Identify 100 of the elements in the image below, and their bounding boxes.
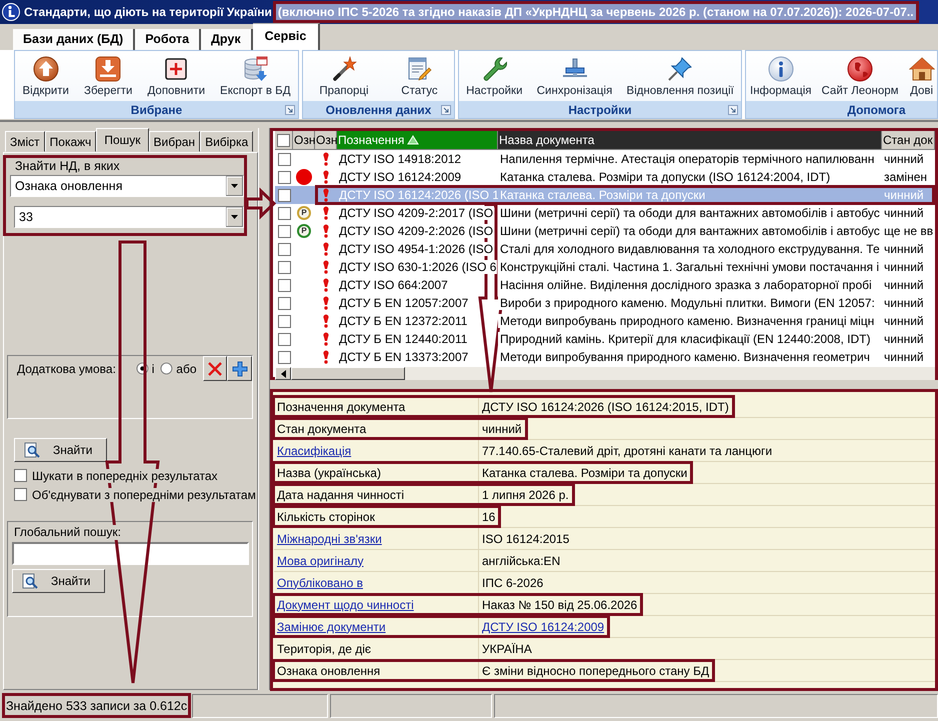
panel-tab[interactable]: Вибран: [148, 131, 200, 152]
scroll-left-button[interactable]: [275, 367, 291, 380]
checkbox[interactable]: [278, 170, 290, 184]
checkbox[interactable]: [278, 314, 290, 328]
field-link[interactable]: Мова оригіналу: [277, 554, 364, 568]
field-link[interactable]: Опубліковано в: [277, 576, 363, 590]
table-row[interactable]: ДСТУ Б EN 12057:2007 Вироби з природного каменю. Модульні плитки. Вимоги (EN 12057: чинний: [275, 294, 935, 312]
value-link[interactable]: ДСТУ ISO 16124:2009: [482, 620, 604, 634]
find-button[interactable]: Знайти: [12, 569, 106, 593]
column-header[interactable]: Позначення: [337, 131, 498, 150]
checkbox[interactable]: [278, 260, 290, 274]
table-cell: ДСТУ ISO 630-1:2026 (ISO 6: [337, 260, 498, 274]
panel-tab[interactable]: Зміст: [5, 131, 45, 152]
radio-label[interactable]: або: [176, 362, 197, 376]
table-cell: ДСТУ Б EN 12440:2011: [337, 332, 468, 346]
table-row[interactable]: ДСТУ ISO 4954-1:2026 (ISO Сталі для холодного видавлювання та холодного екструдування. Те чинний: [275, 240, 935, 258]
ribbon-button[interactable]: Настройки: [466, 56, 522, 97]
ribbon-tab[interactable]: Бази даних (БД): [13, 29, 136, 50]
checkbox[interactable]: [14, 488, 27, 501]
ribbon-button[interactable]: Відновлення позиції: [626, 56, 734, 97]
plus-square-icon: [163, 56, 190, 82]
dialog-launcher-icon[interactable]: [728, 104, 738, 114]
radio-button[interactable]: [160, 362, 174, 375]
checkbox-label[interactable]: Шукати в попередніх результатах: [32, 468, 218, 482]
document-pencil-icon: [406, 56, 432, 82]
checkbox[interactable]: [278, 332, 290, 346]
table-row[interactable]: ДСТУ ISO 14918:2012 Напилення термічне. Атестація операторів термічного напилюванн чинний: [275, 150, 935, 168]
checkbox[interactable]: [278, 350, 290, 364]
field-link[interactable]: Міжнародні зв'язки: [277, 532, 382, 546]
checkbox[interactable]: [278, 296, 290, 310]
exclamation-icon: [322, 188, 330, 202]
field-label: Дата надання чинності: [277, 488, 404, 502]
exclamation-icon: [322, 152, 330, 166]
panel-tab[interactable]: Пошук: [96, 128, 148, 152]
ribbon-button[interactable]: Статус: [401, 56, 438, 97]
field-value: ІПС 6-2026: [482, 576, 544, 590]
table-row[interactable]: ДСТУ ISO 630-1:2026 (ISO 6 Конструкційні сталі. Частина 1. Загальні технічні умови постачання і чинний: [275, 258, 935, 276]
scrollbar-thumb[interactable]: [291, 367, 405, 380]
table-cell: ДСТУ Б EN 12372:2011: [337, 314, 468, 328]
field-link[interactable]: Замінює документи: [277, 620, 386, 634]
search-field[interactable]: [12, 542, 249, 565]
group-label: Вибране: [130, 102, 182, 116]
ribbon-button[interactable]: Синхронізація: [536, 56, 612, 97]
ribbon-button[interactable]: Зберегти: [84, 56, 132, 97]
table-row[interactable]: ДСТУ Б EN 13373:2007 Методи випробування природного каменю. Визначення геометрич чинний: [275, 348, 935, 366]
dialog-launcher-icon[interactable]: [441, 104, 451, 114]
field-link[interactable]: Класифікація: [277, 444, 352, 458]
field-value: 77.140.65-Сталевий дріт, дротяні канати та ланцюги: [482, 444, 772, 458]
table-cell: ДСТУ ISO 4954-1:2026 (ISO: [337, 242, 494, 256]
ribbon-button[interactable]: Дові: [908, 56, 935, 97]
download-icon: [95, 56, 122, 82]
caret-icon: [226, 207, 243, 227]
table-cell: чинний: [882, 332, 925, 346]
exclamation-icon: [322, 296, 330, 310]
table-row[interactable]: ДСТУ Б EN 12440:2011 Природний камінь. Критерії для класифікації (EN 12440:2008, IDT) чинний: [275, 330, 935, 348]
column-header[interactable]: Назва документа: [498, 131, 882, 150]
column-header[interactable]: Озн: [293, 131, 315, 150]
field-link[interactable]: Документ щодо чинності: [277, 598, 414, 612]
ribbon-button[interactable]: Доповнити: [148, 56, 206, 97]
checkbox[interactable]: [278, 152, 290, 166]
ribbon-button[interactable]: Сайт Леонорм: [821, 56, 899, 97]
checkbox-label[interactable]: Об'єднувати з попередніми результатам: [32, 488, 256, 502]
column-header[interactable]: Озн: [315, 131, 337, 150]
table-row[interactable]: ДСТУ Б EN 12372:2011 Методи випробувань природного каменю. Визначення границі міцн чинний: [275, 312, 935, 330]
table-cell: Сталі для холодного видавлювання та холодного екструдування. Те: [498, 242, 881, 256]
checkbox[interactable]: [14, 469, 27, 482]
ribbon-tab[interactable]: Робота: [135, 29, 202, 50]
checkbox[interactable]: [278, 188, 290, 202]
column-header[interactable]: [275, 131, 293, 150]
dropdown-field[interactable]: Ознака оновлення: [10, 175, 244, 197]
remove-button[interactable]: [202, 356, 228, 381]
table-row[interactable]: P ДСТУ ISO 4209-2:2017 (ISO Шини (метричні серії) та ободи для вантажних автомобілів і автобус чинний: [275, 204, 935, 222]
checkbox[interactable]: [278, 224, 290, 238]
column-header[interactable]: Стан док: [882, 131, 935, 150]
table-row[interactable]: ДСТУ ISO 16124:2009 Катанка сталева. Розміри та допуски (ISO 16124:2004, IDT) замінен: [275, 168, 935, 186]
ribbon-button[interactable]: Прапорці: [319, 56, 369, 97]
radio-label[interactable]: і: [152, 362, 154, 376]
ribbon-button[interactable]: Відкрити: [22, 56, 69, 97]
dialog-launcher-icon[interactable]: [285, 104, 295, 114]
checkbox[interactable]: [278, 242, 290, 256]
checkbox[interactable]: [277, 134, 290, 146]
panel-tab[interactable]: Вибірка: [200, 131, 254, 152]
table-cell: чинний: [882, 242, 925, 256]
checkbox[interactable]: [278, 278, 290, 292]
table-cell: Природний камінь. Критерії для класифікації (EN 12440:2008, IDT): [498, 332, 872, 346]
ribbon-tab[interactable]: Сервіс: [252, 23, 320, 50]
checkbox[interactable]: [278, 206, 290, 220]
table-cell: Конструкційні сталі. Частина 1. Загальні технічні умови постачання і: [498, 260, 880, 274]
ribbon-button[interactable]: Інформація: [750, 56, 812, 97]
table-row[interactable]: ДСТУ ISO 664:2007 Насіння олійне. Виділення дослідного зразка з лабораторної пробі чинний: [275, 276, 935, 294]
sort-arrow-icon: [407, 135, 420, 145]
field-value: 16: [482, 510, 496, 524]
add-button[interactable]: [227, 356, 252, 381]
ribbon-button[interactable]: Експорт в БД: [220, 56, 290, 97]
find-button[interactable]: Знайти: [14, 438, 108, 462]
field-value: 1 липня 2026 р.: [482, 488, 569, 502]
ribbon-tab[interactable]: Друк: [201, 29, 253, 50]
table-row[interactable]: P ДСТУ ISO 4209-2:2026 (ISO Шини (метричні серії) та ободи для вантажних автомобілів і автобус ще не вв: [275, 222, 935, 240]
dropdown-field[interactable]: 33: [14, 206, 244, 228]
panel-tab[interactable]: Покажч: [44, 131, 96, 152]
